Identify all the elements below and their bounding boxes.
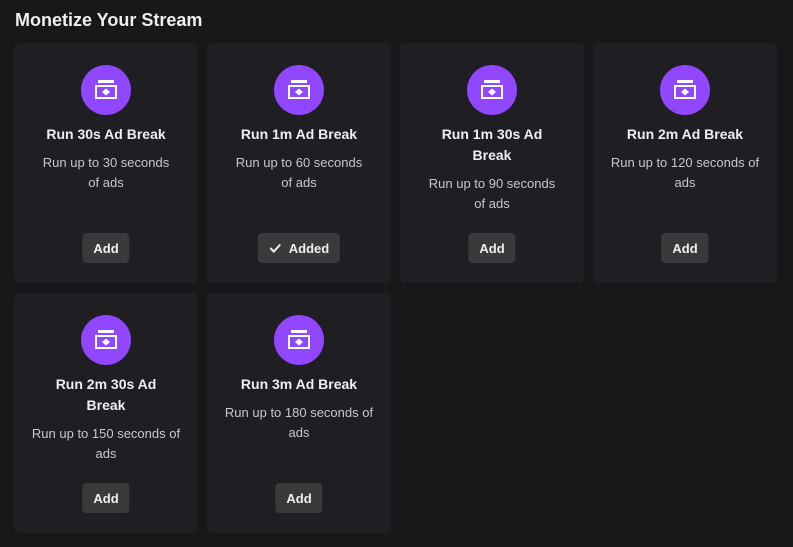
ad-break-card-2m: Run 2m Ad Break Run up to 120 seconds of… [593, 43, 777, 283]
added-button-label: Added [288, 240, 330, 256]
checkmark-icon [269, 243, 282, 253]
add-button-label: Add [286, 490, 312, 506]
added-button[interactable]: Added [257, 233, 341, 263]
ad-break-card-2m30s: Run 2m 30s Ad Break Run up to 150 second… [14, 293, 198, 533]
card-description: Run up to 90 seconds of ads [428, 176, 556, 211]
ad-break-card-30s: Run 30s Ad Break Run up to 30 seconds of… [14, 43, 198, 283]
ad-ticket-icon [288, 80, 310, 99]
card-description: Run up to 120 seconds of ads [610, 155, 760, 190]
add-button-label: Add [672, 240, 698, 256]
ad-ticket-icon [95, 330, 117, 349]
card-description: Run up to 30 seconds of ads [42, 155, 170, 190]
ad-ticket-icon [481, 80, 503, 99]
card-title: Run 2m Ad Break [626, 126, 744, 142]
ad-break-card-1m30s: Run 1m 30s Ad Break Run up to 90 seconds… [400, 43, 584, 283]
ad-icon-badge [274, 65, 324, 115]
ad-icon-badge [81, 65, 131, 115]
add-button[interactable]: Add [275, 483, 323, 513]
ad-break-card-3m: Run 3m Ad Break Run up to 180 seconds of… [207, 293, 391, 533]
ad-ticket-icon [674, 80, 696, 99]
ad-ticket-icon [95, 80, 117, 99]
add-button[interactable]: Add [468, 233, 516, 263]
add-button-label: Add [93, 490, 119, 506]
card-title: Run 30s Ad Break [46, 126, 166, 142]
card-description: Run up to 60 seconds of ads [235, 155, 363, 190]
ad-break-card-1m: Run 1m Ad Break Run up to 60 seconds of … [207, 43, 391, 283]
card-title: Run 2m 30s Ad Break [55, 376, 157, 413]
card-title: Run 1m 30s Ad Break [441, 126, 543, 163]
card-title: Run 1m Ad Break [240, 126, 358, 142]
ad-icon-badge [467, 65, 517, 115]
ad-icon-badge [274, 315, 324, 365]
ad-ticket-icon [288, 330, 310, 349]
ad-icon-badge [81, 315, 131, 365]
page-title: Monetize Your Stream [15, 10, 203, 30]
card-title: Run 3m Ad Break [240, 376, 358, 392]
ad-break-grid: Run 30s Ad Break Run up to 30 seconds of… [14, 43, 777, 533]
ad-icon-badge [660, 65, 710, 115]
add-button-label: Add [93, 240, 119, 256]
card-description: Run up to 180 seconds of ads [224, 405, 374, 440]
add-button[interactable]: Add [661, 233, 709, 263]
card-description: Run up to 150 seconds of ads [31, 426, 181, 461]
add-button[interactable]: Add [82, 233, 130, 263]
add-button[interactable]: Add [82, 483, 130, 513]
add-button-label: Add [479, 240, 505, 256]
